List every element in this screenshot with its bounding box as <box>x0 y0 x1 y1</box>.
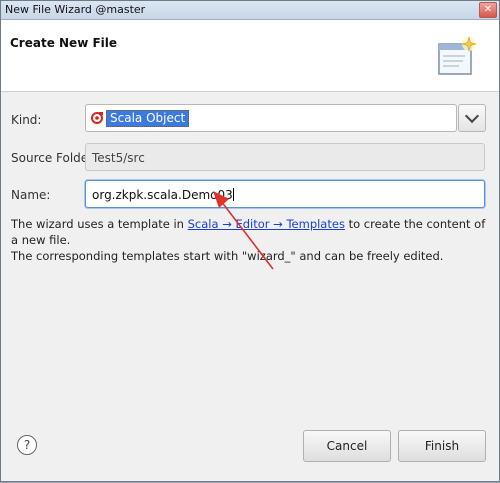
name-input[interactable]: org.zkpk.scala.Demo03 <box>85 180 485 208</box>
text-cursor <box>232 188 234 201</box>
help-icon[interactable]: ? <box>17 435 37 455</box>
name-input-value: org.zkpk.scala.Demo03 <box>92 188 234 202</box>
scala-object-icon <box>91 112 103 124</box>
source-folder-field: Test5/src <box>85 143 485 171</box>
kind-dropdown-button[interactable] <box>458 104 486 132</box>
templates-preference-link[interactable]: Scala → Editor → Templates <box>188 217 345 231</box>
finish-button[interactable]: Finish <box>398 430 486 462</box>
kind-label: Kind: <box>11 113 42 127</box>
window-title: New File Wizard @master <box>5 3 146 16</box>
cancel-button[interactable]: Cancel <box>303 430 391 462</box>
title-bar: New File Wizard @master ✕ <box>1 1 499 20</box>
new-file-wizard-dialog: New File Wizard @master ✕ Create New Fil… <box>0 0 500 482</box>
source-folder-value: Test5/src <box>92 151 145 165</box>
description-text-3: The corresponding templates start with "… <box>11 249 444 263</box>
kind-selected-value: Scala Object <box>106 110 190 127</box>
close-button[interactable]: ✕ <box>479 2 497 18</box>
wizard-page-icon <box>438 35 478 75</box>
name-label: Name: <box>11 188 51 202</box>
chevron-down-icon <box>464 108 480 124</box>
kind-select[interactable]: Scala Object <box>85 104 457 132</box>
wizard-header: Create New File <box>1 20 499 92</box>
page-title: Create New File <box>10 36 118 50</box>
template-description: The wizard uses a template in Scala → Ed… <box>11 216 491 264</box>
description-text-1: The wizard uses a template in <box>11 217 188 231</box>
